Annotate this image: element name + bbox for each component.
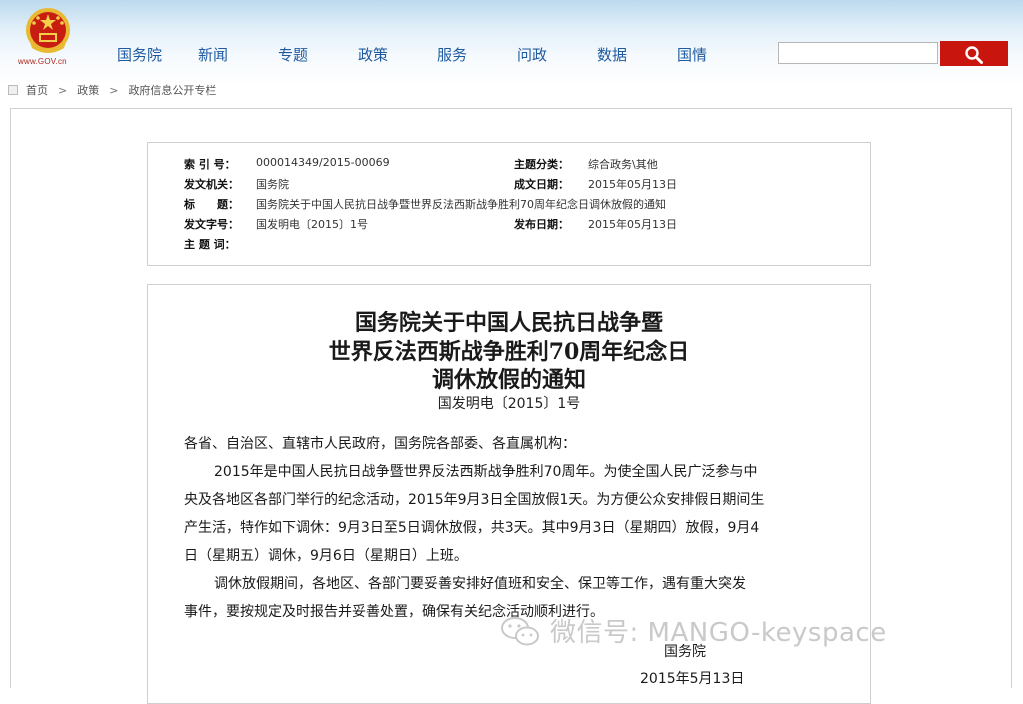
search-icon: [965, 45, 983, 64]
meta-keywords-label: 主 题 词：: [184, 238, 236, 251]
breadcrumb-separator: >: [109, 83, 119, 97]
document-salutation: 各省、自治区、直辖市人民政府，国务院各部委、各直属机构：: [184, 436, 576, 452]
meta-issuer-label: 发文机关：: [184, 178, 239, 191]
nav-item-national-info[interactable]: 国情: [677, 44, 707, 65]
meta-written-date-value: 2015年05月13日: [588, 178, 677, 191]
meta-index-value: 000014349/2015-00069: [256, 156, 390, 169]
document-number: 国发明电〔2015〕1号: [437, 396, 581, 412]
document-metadata-box: 索 引 号： 000014349/2015-00069 主题分类： 综合政务\其…: [147, 142, 871, 266]
breadcrumb-separator: >: [58, 83, 68, 97]
wechat-icon: [501, 616, 539, 645]
meta-title-label: 标 题：: [184, 198, 239, 211]
watermark-text: 微信号: MANGO-keyspace: [550, 618, 887, 648]
nav-item-data[interactable]: 数据: [597, 44, 627, 65]
nav-item-topics[interactable]: 专题: [278, 44, 308, 65]
meta-category-value: 综合政务\其他: [588, 158, 658, 171]
document-paragraph-line: 央及各地区各部门举行的纪念活动，2015年9月3日全国放假1天。为方便公众安排假…: [184, 492, 765, 508]
document-paragraph-line: 产生活，特作如下调休：9月3日至5日调休放假，共3天。其中9月3日（星期四）放假…: [184, 520, 760, 536]
document-paragraph-line: 日（星期五）调休，9月6日（星期日）上班。: [184, 548, 468, 564]
meta-publish-date-label: 发布日期：: [514, 218, 569, 231]
nav-item-state-council[interactable]: 国务院: [117, 44, 162, 65]
document-paragraph-line: 2015年是中国人民抗日战争暨世界反法西斯战争胜利70周年。为使全国人民广泛参与…: [214, 464, 758, 480]
meta-written-date-label: 成文日期：: [514, 178, 569, 191]
breadcrumb-home[interactable]: 首页: [26, 82, 48, 98]
nav-item-services[interactable]: 服务: [437, 44, 467, 65]
meta-doc-number-label: 发文字号：: [184, 218, 239, 231]
breadcrumb-policy[interactable]: 政策: [77, 82, 99, 98]
meta-issuer-value: 国务院: [256, 178, 289, 191]
breadcrumb: 首页 > 政策 > 政府信息公开专栏: [8, 82, 216, 98]
nav-item-news[interactable]: 新闻: [198, 44, 228, 65]
search-input[interactable]: [778, 42, 938, 64]
document-paragraph-line: 调休放假期间，各地区、各部门要妥善安排好值班和安全、保卫等工作，遇有重大突发: [214, 576, 746, 592]
meta-index-label: 索 引 号：: [184, 158, 236, 171]
breadcrumb-info-disclosure[interactable]: 政府信息公开专栏: [128, 82, 216, 98]
document-date: 2015年5月13日: [640, 671, 745, 687]
meta-doc-number-value: 国发明电〔2015〕1号: [256, 218, 368, 231]
nav-item-inquiry[interactable]: 问政: [517, 44, 547, 65]
search-button[interactable]: [940, 41, 1008, 66]
document-title-line-3: 调休放假的通知: [431, 367, 586, 393]
wechat-watermark: 微信号: MANGO-keyspace: [500, 612, 887, 649]
meta-publish-date-value: 2015年05月13日: [588, 218, 677, 231]
document-title-line-1: 国务院关于中国人民抗日战争暨: [354, 310, 663, 336]
nav-item-policy[interactable]: 政策: [358, 44, 388, 65]
logo-url-text: www.GOV.cn: [18, 57, 67, 66]
meta-title-value: 国务院关于中国人民抗日战争暨世界反法西斯战争胜利70周年纪念日调休放假的通知: [256, 198, 666, 211]
breadcrumb-marker-icon: [8, 85, 18, 95]
meta-category-label: 主题分类：: [514, 158, 569, 171]
national-emblem-icon[interactable]: [24, 6, 72, 56]
